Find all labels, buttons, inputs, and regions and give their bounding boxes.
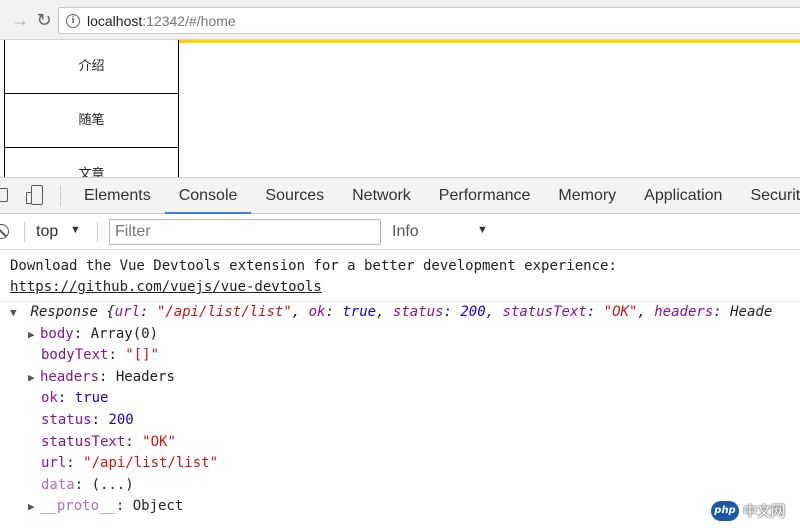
header-accent-line bbox=[178, 40, 800, 43]
watermark-text: 中文网 bbox=[743, 504, 785, 520]
tab-network[interactable]: Network bbox=[338, 178, 425, 214]
expand-triangle-icon[interactable]: ▼ bbox=[10, 302, 22, 324]
browser-address-bar: → ↻ i localhost:12342/#/home bbox=[0, 0, 800, 40]
expand-triangle-icon[interactable]: ▶ bbox=[28, 367, 40, 389]
object-property-row[interactable]: ▶ __proto__: Object bbox=[0, 496, 800, 518]
tab-elements[interactable]: Elements bbox=[70, 178, 165, 214]
side-nav: 介绍 随笔 文章 bbox=[5, 40, 179, 177]
toolbar-divider bbox=[97, 222, 98, 242]
object-property-row[interactable]: data: (...) bbox=[0, 475, 800, 497]
tab-sources[interactable]: Sources bbox=[251, 178, 338, 214]
object-property-row: bodyText: "[]" bbox=[41, 347, 160, 364]
devtools-panel: Elements Console Sources Network Perform… bbox=[0, 177, 800, 528]
context-select[interactable]: top bbox=[36, 222, 58, 242]
object-property-row: url: "/api/list/list" bbox=[41, 455, 219, 472]
toolbar-divider bbox=[24, 222, 25, 242]
object-property-row: statusText: "OK" bbox=[41, 433, 176, 450]
log-level-select[interactable]: Info bbox=[392, 222, 419, 242]
devtools-tab-bar: Elements Console Sources Network Perform… bbox=[0, 178, 800, 214]
reload-icon[interactable]: ↻ bbox=[34, 10, 54, 30]
page-viewport: 介绍 随笔 文章 bbox=[0, 40, 800, 177]
side-nav-item-articles[interactable]: 文章 bbox=[5, 148, 178, 177]
console-toolbar: top ▼ Info ▼ bbox=[0, 214, 800, 250]
object-property-row: ok: true bbox=[41, 390, 109, 407]
console-message: Download the Vue Devtools extension for … bbox=[0, 256, 800, 302]
clear-console-icon[interactable] bbox=[0, 224, 9, 239]
devtools-tabs: Elements Console Sources Network Perform… bbox=[70, 178, 800, 214]
filter-input[interactable] bbox=[109, 219, 381, 245]
object-property-row: status: 200 bbox=[41, 411, 134, 428]
url-text: localhost:12342/#/home bbox=[87, 13, 236, 29]
watermark-logo: php bbox=[711, 501, 739, 521]
console-message-text: Download the Vue Devtools extension for … bbox=[10, 258, 617, 274]
caret-down-icon[interactable]: ▼ bbox=[70, 224, 81, 236]
tab-performance[interactable]: Performance bbox=[425, 178, 545, 214]
side-nav-item-intro[interactable]: 介绍 bbox=[5, 40, 178, 94]
side-nav-item-essays[interactable]: 随笔 bbox=[5, 94, 178, 148]
forward-icon[interactable]: → bbox=[10, 10, 30, 30]
console-object: ▼ Response {url: "/api/list/list", ok: t… bbox=[0, 302, 800, 518]
inspect-icon[interactable] bbox=[0, 188, 8, 202]
object-property-row[interactable]: ▶ headers: Headers bbox=[0, 367, 800, 389]
expand-triangle-icon[interactable]: ▶ bbox=[28, 496, 40, 518]
object-property-row[interactable]: ▶ body: Array(0) bbox=[0, 324, 800, 346]
tab-security[interactable]: Security bbox=[736, 178, 800, 214]
url-input[interactable]: i localhost:12342/#/home bbox=[58, 7, 800, 34]
object-preview-row[interactable]: ▼ Response {url: "/api/list/list", ok: t… bbox=[0, 302, 800, 324]
tab-console[interactable]: Console bbox=[164, 178, 252, 214]
caret-down-icon[interactable]: ▼ bbox=[477, 224, 488, 236]
tab-memory[interactable]: Memory bbox=[544, 178, 630, 214]
info-icon[interactable]: i bbox=[66, 14, 80, 28]
site-watermark: php 中文网 bbox=[711, 498, 785, 524]
console-output: Download the Vue Devtools extension for … bbox=[0, 250, 800, 528]
device-toggle-icon[interactable] bbox=[26, 185, 44, 207]
expand-triangle-icon[interactable]: ▶ bbox=[28, 324, 40, 346]
tab-application[interactable]: Application bbox=[630, 178, 736, 214]
toolbar-divider bbox=[60, 186, 61, 206]
vue-devtools-link[interactable]: https://github.com/vuejs/vue-devtools bbox=[10, 279, 322, 295]
